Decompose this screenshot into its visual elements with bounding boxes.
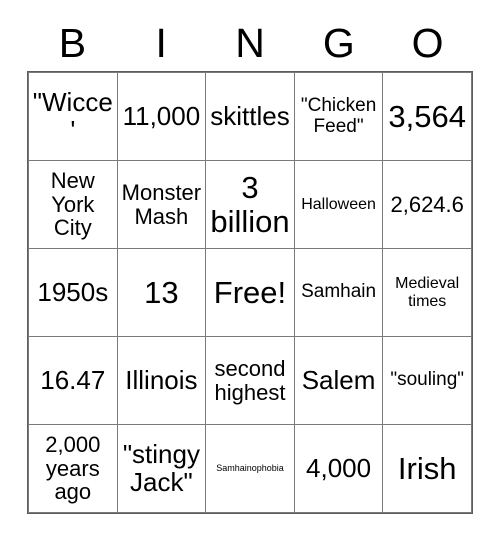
bingo-cell-free-space[interactable]: Free! xyxy=(205,248,295,337)
bingo-cell-label: Halloween xyxy=(301,195,376,213)
bingo-header-letter-i: I xyxy=(155,19,167,66)
bingo-cell-label: 2,000 years ago xyxy=(45,432,101,505)
bingo-cell-n5[interactable]: Samhainophobia xyxy=(205,424,295,513)
bingo-cell-o1[interactable]: 3,564 xyxy=(382,72,472,161)
bingo-cell-label: 3 billion xyxy=(210,170,290,239)
bingo-cell-b4[interactable]: 16.47 xyxy=(28,336,118,425)
bingo-cell-i1[interactable]: 11,000 xyxy=(116,72,207,161)
bingo-cell-label: second highest xyxy=(214,355,286,405)
bingo-cell-label: "Wicce' xyxy=(32,86,113,145)
bingo-row: "Wicce' 11,000 skittles "Chicken Feed" 3… xyxy=(28,72,472,161)
bingo-cell-label: Monster Mash xyxy=(121,179,202,229)
bingo-cell-i3[interactable]: 13 xyxy=(116,248,207,337)
bingo-cell-label: 1950s xyxy=(37,276,109,307)
bingo-row: New York City Monster Mash 3 billion Hal… xyxy=(28,160,472,249)
bingo-cell-o4[interactable]: "souling" xyxy=(382,336,472,425)
bingo-row: 2,000 years ago "stingy Jack" Samhainoph… xyxy=(28,424,472,513)
bingo-cell-i4[interactable]: Illinois xyxy=(116,336,207,425)
bingo-row: 16.47 Illinois second highest Salem "sou… xyxy=(28,336,472,425)
bingo-cell-label: "stingy Jack" xyxy=(122,438,200,497)
bingo-cell-label: 16.47 xyxy=(40,364,106,395)
bingo-cell-label: skittles xyxy=(210,100,290,131)
bingo-header-letter-o: O xyxy=(411,19,444,66)
bingo-cell-b2[interactable]: New York City xyxy=(28,160,118,249)
bingo-header-letter-g: G xyxy=(322,19,355,66)
bingo-row: 1950s 13 Free! Samhain Medieval times xyxy=(28,248,472,337)
bingo-cell-label: 4,000 xyxy=(306,452,372,483)
bingo-cell-label: 3,564 xyxy=(388,98,466,134)
bingo-cell-label: Illinois xyxy=(125,364,198,395)
bingo-cell-g2[interactable]: Halloween xyxy=(293,160,384,249)
bingo-cell-label: Samhain xyxy=(301,281,377,303)
bingo-cell-i5[interactable]: "stingy Jack" xyxy=(116,424,207,513)
bingo-cell-label: Irish xyxy=(397,450,457,486)
bingo-cell-label: 11,000 xyxy=(122,100,201,131)
bingo-cell-n2[interactable]: 3 billion xyxy=(205,160,295,249)
bingo-card: B I N G O "Wicce' 11,000 skittles "Chick… xyxy=(27,14,473,514)
bingo-cell-n1[interactable]: skittles xyxy=(205,72,295,161)
bingo-grid: "Wicce' 11,000 skittles "Chicken Feed" 3… xyxy=(27,71,473,514)
bingo-cell-g5[interactable]: 4,000 xyxy=(293,424,384,513)
bingo-cell-g1[interactable]: "Chicken Feed" xyxy=(293,72,384,161)
bingo-cell-o3[interactable]: Medieval times xyxy=(382,248,472,337)
bingo-cell-label: 13 xyxy=(144,274,179,310)
bingo-cell-o5[interactable]: Irish xyxy=(382,424,472,513)
bingo-cell-b3[interactable]: 1950s xyxy=(28,248,118,337)
bingo-cell-g3[interactable]: Samhain xyxy=(293,248,384,337)
bingo-cell-o2[interactable]: 2,624.6 xyxy=(382,160,472,249)
bingo-cell-i2[interactable]: Monster Mash xyxy=(116,160,207,249)
bingo-cell-label: Medieval times xyxy=(395,275,460,310)
bingo-cell-label: New York City xyxy=(50,168,95,241)
bingo-cell-label: 2,624.6 xyxy=(390,191,464,217)
bingo-header-letter-b: B xyxy=(58,19,87,66)
bingo-cell-g4[interactable]: Salem xyxy=(293,336,384,425)
bingo-cell-label: Free! xyxy=(213,274,287,310)
bingo-header-row: B I N G O xyxy=(28,14,472,72)
bingo-cell-label: Salem xyxy=(301,364,376,395)
bingo-cell-n4[interactable]: second highest xyxy=(205,336,295,425)
bingo-header-letter-n: N xyxy=(235,19,265,66)
bingo-cell-b5[interactable]: 2,000 years ago xyxy=(28,424,118,513)
bingo-cell-b1[interactable]: "Wicce' xyxy=(28,72,118,161)
bingo-cell-label: Samhainophobia xyxy=(216,462,284,473)
bingo-cell-label: "souling" xyxy=(390,369,465,391)
bingo-cell-label: "Chicken Feed" xyxy=(300,95,377,137)
